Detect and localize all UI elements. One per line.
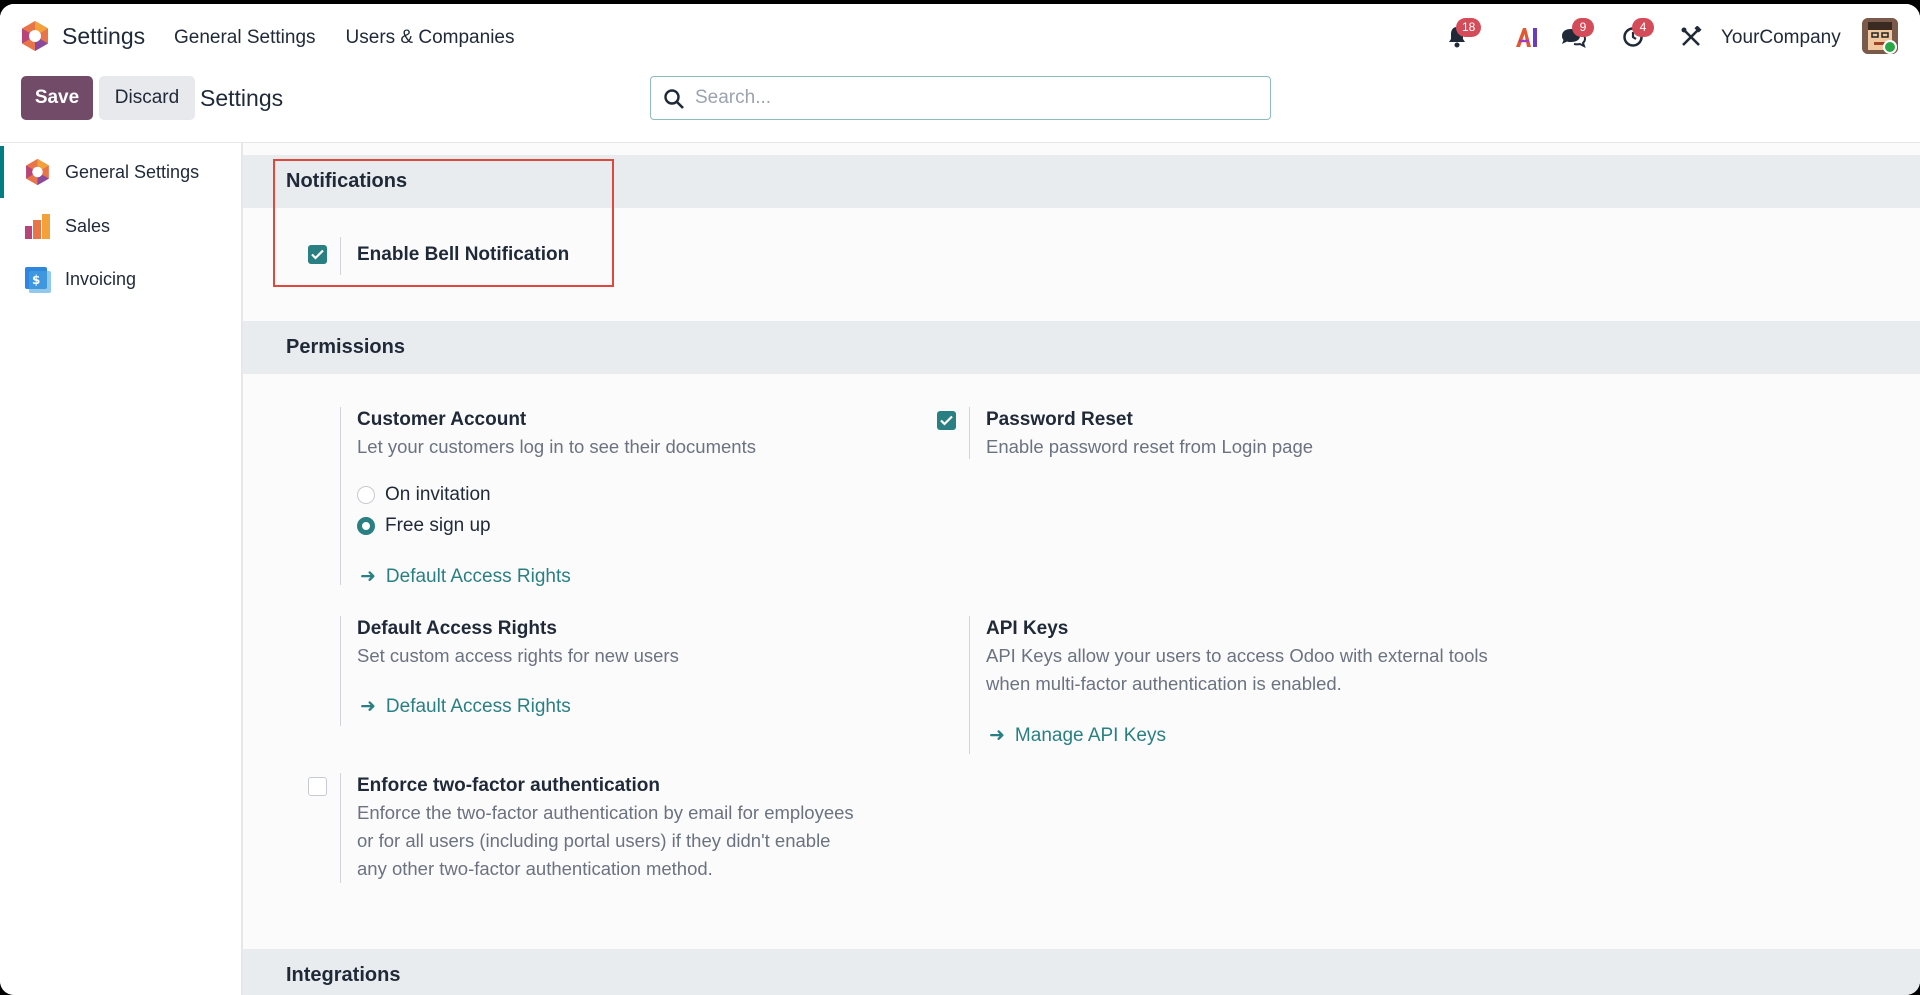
customer-account-title: Customer Account	[357, 409, 527, 430]
api-keys-desc-line2: when multi-factor authentication is enab…	[986, 673, 1342, 694]
messages-button[interactable]: 9	[1558, 18, 1594, 52]
two-factor-title: Enforce two-factor authentication	[357, 775, 660, 796]
section-title: Integrations	[286, 964, 401, 986]
two-factor-desc-line1: Enforce the two-factor authentication by…	[357, 802, 854, 823]
sidebar-item-invoicing[interactable]: $ Invoicing	[0, 253, 241, 305]
integrations-section-header: Integrations	[243, 949, 1920, 995]
sidebar-item-sales[interactable]: Sales	[0, 200, 241, 252]
customer-account-desc: Let your customers log in to see their d…	[357, 436, 756, 457]
api-keys-title: API Keys	[986, 618, 1069, 639]
invoicing-app-icon: $	[25, 267, 51, 293]
default-access-rights-desc: Set custom access rights for new users	[357, 645, 679, 666]
discard-button[interactable]: Discard	[99, 76, 195, 120]
link-label: Manage API Keys	[1014, 724, 1166, 746]
setting-divider	[340, 407, 341, 585]
api-keys-desc-line1: API Keys allow your users to access Odoo…	[986, 645, 1488, 666]
default-access-rights-link[interactable]: ➜ Default Access Rights	[360, 695, 571, 718]
arrow-right-icon: ➜	[989, 725, 1005, 746]
radio-label: Free sign up	[385, 515, 491, 536]
sidebar-item-general-settings[interactable]: General Settings	[0, 146, 241, 198]
setting-divider	[340, 616, 341, 726]
sidebar-item-label: Sales	[65, 215, 111, 236]
link-label: Default Access Rights	[385, 565, 571, 587]
setting-divider	[969, 407, 970, 459]
app-window: Settings General Settings Users & Compan…	[0, 4, 1920, 995]
notifications-bell-button[interactable]: 18	[1442, 18, 1482, 52]
radio-on-invitation[interactable]: On invitation	[357, 484, 491, 506]
setting-divider	[969, 616, 970, 754]
debug-tools-button[interactable]	[1676, 22, 1706, 52]
page-title: Settings	[200, 85, 284, 111]
sidebar-item-label: General Settings	[65, 161, 200, 182]
two-factor-desc-line2: or for all users (including portal users…	[357, 830, 831, 851]
menu-users-companies[interactable]: Users & Companies	[346, 27, 515, 49]
radio-label: On invitation	[385, 484, 491, 505]
two-factor-checkbox[interactable]	[308, 777, 327, 796]
notifications-badge: 18	[1456, 18, 1482, 37]
ai-icon	[1516, 28, 1537, 47]
settings-app-icon	[26, 158, 49, 186]
online-status-dot	[1883, 40, 1897, 54]
activities-button[interactable]: 4	[1618, 18, 1654, 52]
permissions-section-header: Permissions	[243, 321, 1920, 374]
ai-button[interactable]	[1512, 22, 1542, 52]
messages-badge: 9	[1572, 18, 1594, 37]
default-access-rights-title: Default Access Rights	[357, 618, 557, 639]
tools-icon	[1681, 26, 1702, 46]
app-title[interactable]: Settings	[62, 23, 145, 50]
search-icon	[664, 89, 684, 109]
sidebar-item-label: Invoicing	[65, 268, 137, 289]
sales-app-icon	[25, 214, 50, 239]
checkmark-icon	[940, 415, 953, 426]
link-label: Default Access Rights	[385, 695, 571, 717]
manage-api-keys-link[interactable]: ➜ Manage API Keys	[989, 724, 1166, 747]
top-navbar: Settings General Settings Users & Compan…	[0, 4, 1920, 66]
search-box[interactable]	[650, 76, 1271, 120]
password-reset-desc: Enable password reset from Login page	[986, 436, 1314, 457]
settings-app-icon[interactable]	[20, 20, 50, 52]
svg-text:$: $	[32, 273, 40, 287]
main-menu: General Settings Users & Companies	[174, 27, 514, 49]
activities-badge: 4	[1632, 18, 1654, 37]
arrow-right-icon: ➜	[360, 696, 376, 717]
company-switcher[interactable]: YourCompany	[1721, 27, 1841, 49]
settings-sidebar: General Settings Sales $ Invoicing	[0, 143, 243, 995]
save-button[interactable]: Save	[21, 76, 93, 120]
arrow-right-icon: ➜	[360, 566, 376, 587]
section-title: Permissions	[286, 336, 405, 358]
radio-free-sign-up[interactable]: Free sign up	[357, 515, 491, 537]
password-reset-checkbox[interactable]	[937, 411, 956, 430]
customer-default-access-rights-link[interactable]: ➜ Default Access Rights	[360, 565, 571, 588]
menu-general-settings[interactable]: General Settings	[174, 27, 316, 49]
setting-divider	[340, 773, 341, 883]
password-reset-title: Password Reset	[986, 409, 1133, 430]
radio-button[interactable]	[357, 486, 375, 504]
highlight-box	[273, 159, 614, 287]
radio-button-selected[interactable]	[357, 517, 375, 535]
two-factor-desc-line3: any other two-factor authentication meth…	[357, 858, 713, 879]
search-input[interactable]	[695, 77, 1255, 119]
